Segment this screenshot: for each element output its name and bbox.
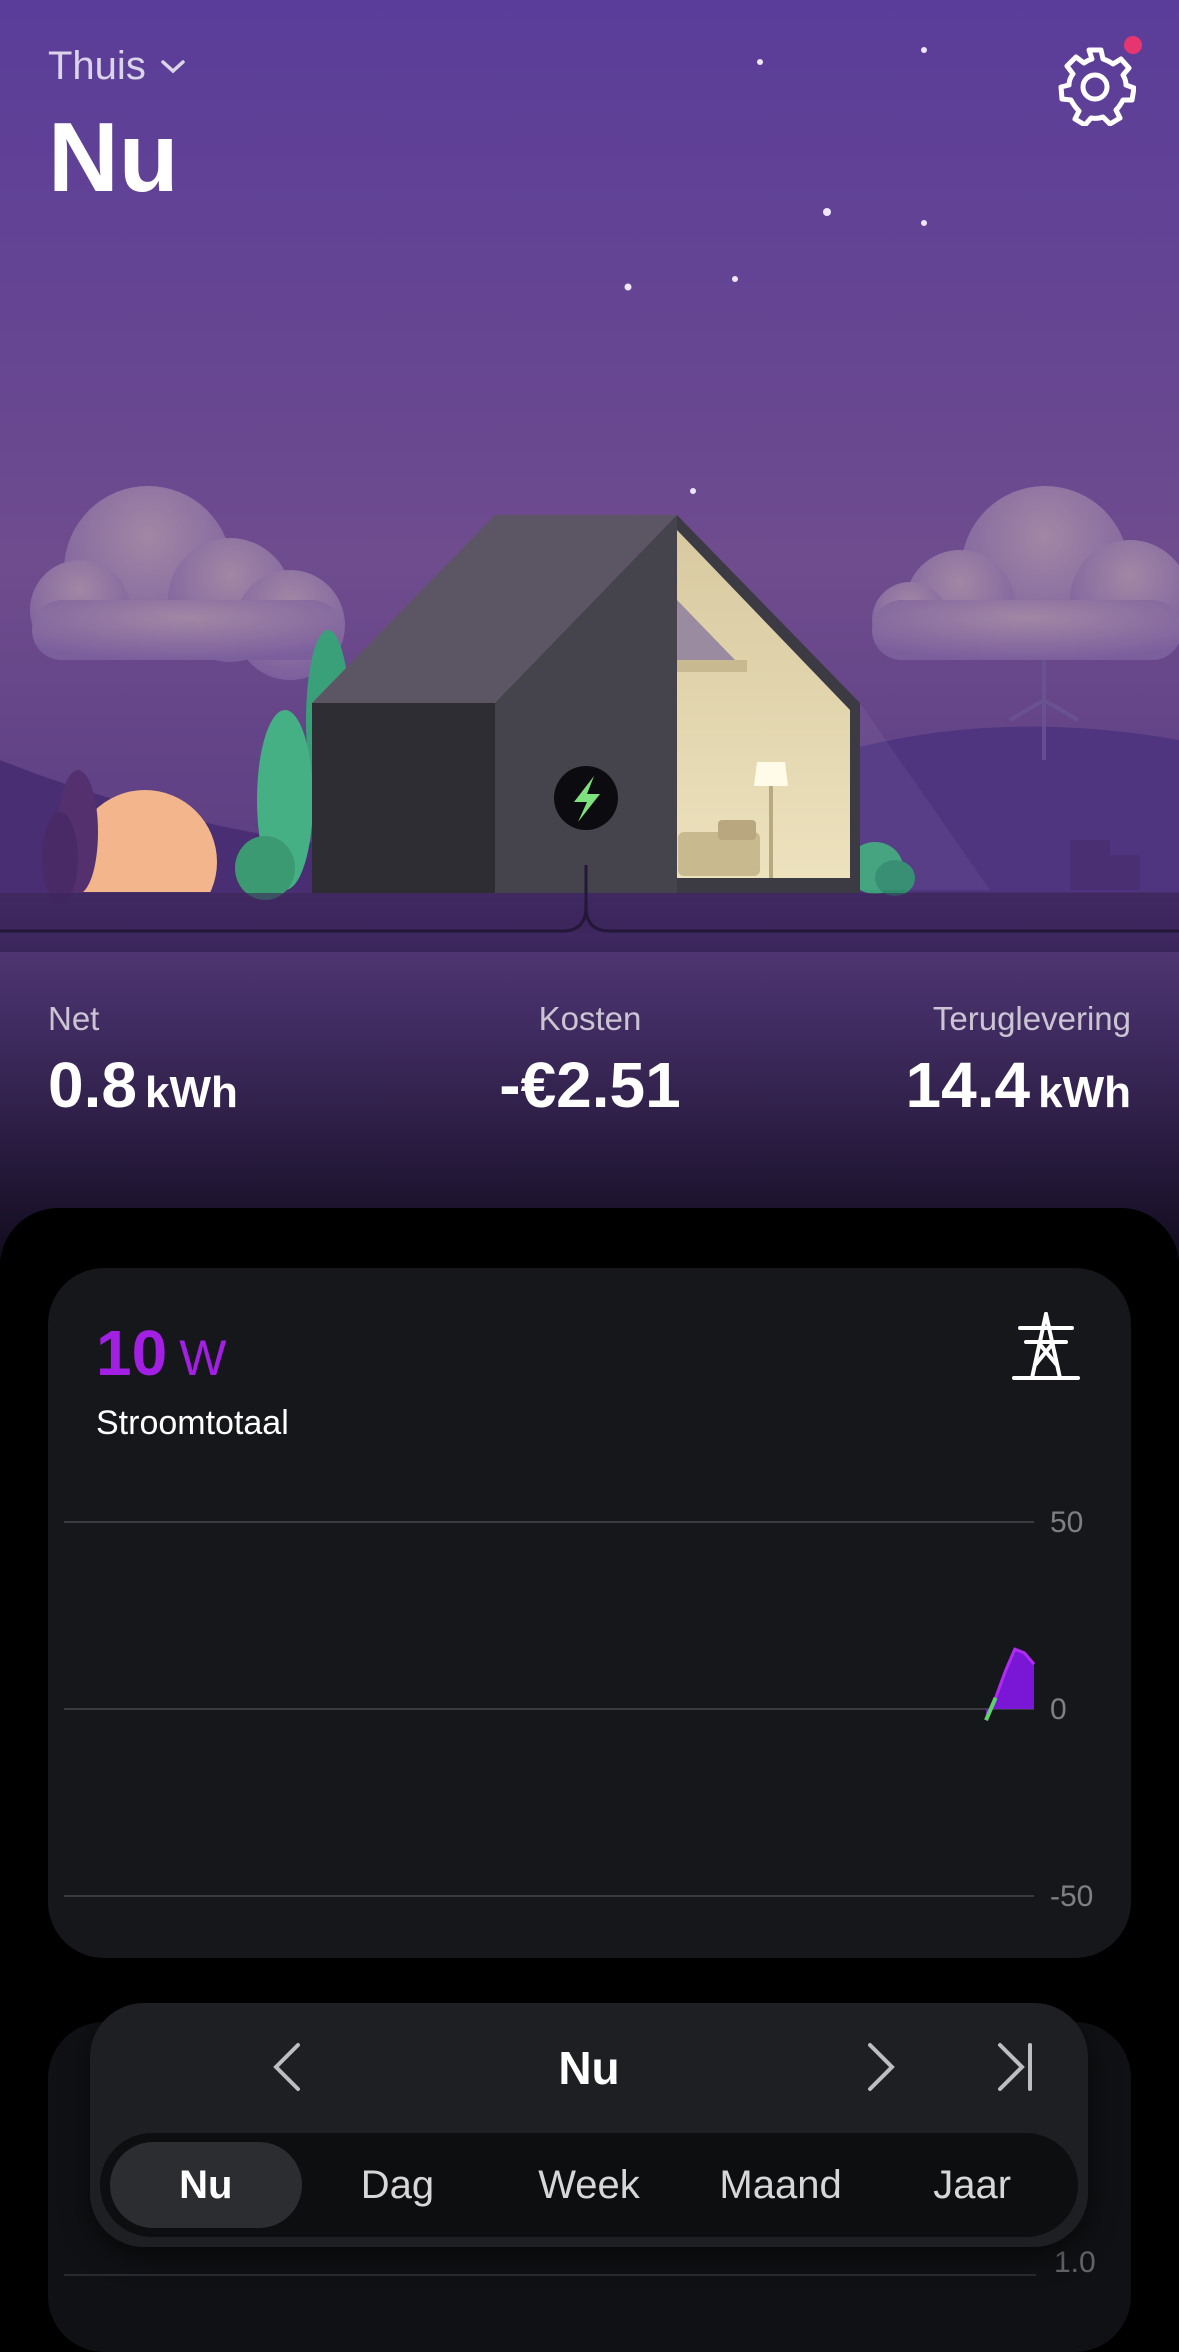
power-card[interactable]: 10 W Stroomtotaal 50 0 -50 — [48, 1268, 1131, 1958]
stat-net: Net 0.8 kWh — [48, 1000, 238, 1122]
stat-costs-value: -€2.51 — [499, 1049, 681, 1121]
stat-costs: Kosten -€2.51 — [395, 1000, 785, 1122]
stat-costs-label: Kosten — [538, 1000, 642, 1037]
gridline — [64, 2274, 1036, 2276]
location-label: Thuis — [48, 44, 146, 88]
hero-section: Thuis Nu Net 0.8 kWh Kosten -€2.51 Terugl… — [0, 0, 1179, 1260]
stat-net-unit: kWh — [144, 1068, 238, 1117]
power-chart: 50 0 -50 — [64, 1506, 1093, 1913]
gear-icon[interactable] — [1054, 44, 1136, 126]
y-tick-label: -50 — [1050, 1880, 1093, 1913]
period-tabs: Nu Dag Week Maand Jaar — [100, 2133, 1078, 2237]
stat-net-value: 0.8 — [48, 1049, 137, 1121]
current-period: Nu — [558, 2042, 620, 2094]
stat-feed-in-label: Teruglevering — [932, 1000, 1131, 1037]
y-tick-label: 50 — [1050, 1506, 1083, 1539]
location-selector[interactable]: Thuis — [48, 44, 186, 89]
tab-nu[interactable]: Nu — [110, 2142, 302, 2228]
stat-feed-in-unit: kWh — [1038, 1068, 1131, 1117]
chevron-right-icon[interactable] — [852, 2039, 908, 2095]
y-tick-label: 1.0 — [1054, 2246, 1096, 2279]
period-navigator: Nu Nu Dag Week Maand Jaar — [90, 2003, 1088, 2247]
notification-dot — [1124, 36, 1142, 54]
stat-feed-in: Teruglevering 14.4 kWh — [906, 1000, 1131, 1122]
tab-week[interactable]: Week — [493, 2142, 685, 2228]
page-title: Nu — [48, 102, 179, 212]
skip-to-latest-icon[interactable] — [986, 2039, 1042, 2095]
y-tick-label: 0 — [1050, 1693, 1067, 1726]
stat-net-label: Net — [48, 1000, 100, 1037]
tab-jaar[interactable]: Jaar — [876, 2142, 1068, 2228]
tab-dag[interactable]: Dag — [302, 2142, 494, 2228]
stat-feed-in-value: 14.4 — [905, 1049, 1031, 1121]
chevron-down-icon — [161, 59, 185, 73]
tab-maand[interactable]: Maand — [685, 2142, 877, 2228]
